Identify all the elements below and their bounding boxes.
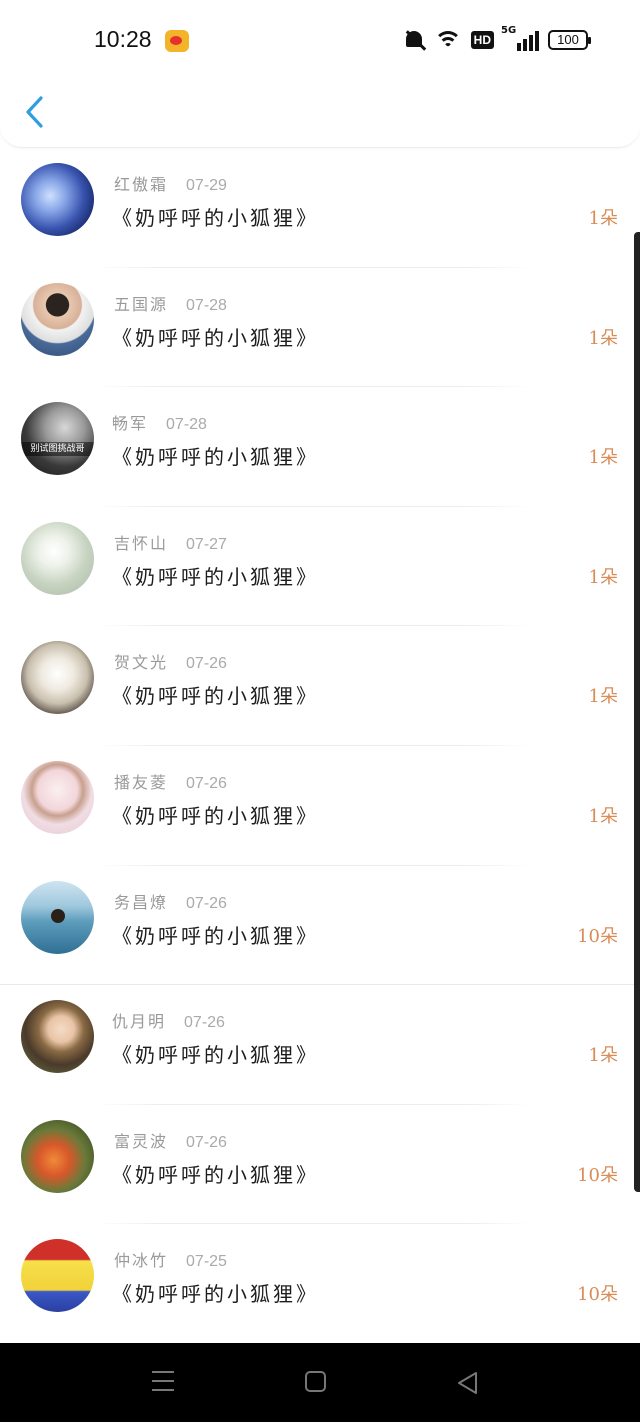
gift-title: 《奶呼呼的小狐狸》: [112, 1162, 319, 1187]
sender-line: 贺文光 07-26: [114, 649, 227, 673]
weibo-notification-icon: [165, 30, 189, 52]
sender-line: 播友菱 07-26: [114, 769, 227, 793]
gift-count: 1朵: [588, 566, 618, 588]
list-item[interactable]: 红傲霜 07-29 《奶呼呼的小狐狸》 1朵: [0, 148, 640, 268]
avatar[interactable]: 别试图挑战哥: [21, 402, 94, 476]
avatar[interactable]: [21, 282, 94, 356]
list-item[interactable]: 仇月明 07-26 《奶呼呼的小狐狸》 1朵: [0, 985, 640, 1105]
gift-title: 《奶呼呼的小狐狸》: [112, 564, 319, 589]
gift-title: 《奶呼呼的小狐狸》: [112, 1043, 319, 1068]
status-icons: HD 5G 100: [403, 25, 591, 52]
send-date: 07-25: [186, 1253, 227, 1271]
hd-icon: HD: [470, 31, 494, 49]
gift-count: 10朵: [577, 925, 618, 947]
avatar[interactable]: [21, 163, 94, 236]
gift-count: 1朵: [588, 208, 618, 229]
list-item[interactable]: 仲冰竹 07-25 《奶呼呼的小狐狸》 10朵: [0, 1224, 640, 1344]
status-time: 10:28: [94, 26, 152, 52]
bell-muted-icon: [403, 28, 426, 52]
signal-icon: 5G: [501, 25, 539, 51]
gift-count: 1朵: [588, 327, 618, 349]
home-icon[interactable]: [305, 1371, 326, 1392]
gift-count: 10朵: [577, 1164, 618, 1186]
gift-count: 10朵: [577, 1284, 618, 1306]
avatar-caption: 别试图挑战哥: [21, 442, 94, 457]
gift-count: 1朵: [588, 1045, 618, 1067]
list-item[interactable]: 别试图挑战哥 畅军 07-28 《奶呼呼的小狐狸》 1朵: [0, 387, 640, 507]
send-date: 07-26: [186, 774, 227, 792]
list-item[interactable]: 务昌燎 07-26 《奶呼呼的小狐狸》 10朵: [0, 866, 640, 986]
gift-title: 《奶呼呼的小狐狸》: [112, 206, 319, 230]
gift-list-screen: 10:28 HD 5G 100 红傲霜 07-29 《奶呼呼的小狐狸》 1朵 五…: [0, 0, 640, 1422]
send-date: 07-27: [186, 535, 227, 553]
sender-name: 富灵波: [114, 1131, 169, 1151]
gift-count: 1朵: [588, 805, 618, 827]
send-date: 07-26: [186, 655, 227, 673]
menu-icon[interactable]: [152, 1371, 174, 1391]
send-date: 07-28: [166, 416, 207, 434]
sender-name: 仇月明: [112, 1012, 167, 1032]
list-item[interactable]: 富灵波 07-26 《奶呼呼的小狐狸》 10朵: [0, 1105, 640, 1225]
sender-line: 富灵波 07-26: [114, 1128, 227, 1152]
avatar[interactable]: [21, 880, 94, 954]
list-item[interactable]: 五国源 07-28 《奶呼呼的小狐狸》 1朵: [0, 268, 640, 388]
avatar[interactable]: [21, 1000, 94, 1074]
gift-title: 《奶呼呼的小狐狸》: [112, 1282, 319, 1307]
gift-title: 《奶呼呼的小狐狸》: [112, 923, 319, 948]
gift-title: 《奶呼呼的小狐狸》: [112, 684, 319, 709]
list-item[interactable]: 吉怀山 07-27 《奶呼呼的小狐狸》 1朵: [0, 507, 640, 627]
sender-name: 仲冰竹: [114, 1251, 169, 1271]
sender-name: 吉怀山: [114, 533, 169, 553]
gift-count: 1朵: [588, 447, 618, 469]
scrollbar[interactable]: [634, 232, 640, 1192]
battery-icon: 100: [548, 30, 591, 50]
sender-line: 仲冰竹 07-25: [114, 1247, 227, 1271]
list-item[interactable]: 贺文光 07-26 《奶呼呼的小狐狸》 1朵: [0, 626, 640, 746]
gift-title: 《奶呼呼的小狐狸》: [112, 445, 319, 470]
avatar[interactable]: [21, 641, 94, 715]
sender-name: 红傲霜: [114, 175, 169, 194]
avatar[interactable]: [21, 1119, 94, 1193]
sender-name: 五国源: [114, 294, 169, 314]
avatar[interactable]: [21, 521, 94, 595]
list-item[interactable]: 播友菱 07-26 《奶呼呼的小狐狸》 1朵: [0, 746, 640, 866]
status-bar: 10:28 HD 5G 100: [0, 0, 640, 80]
header: 10:28 HD 5G 100: [0, 0, 640, 148]
send-date: 07-26: [184, 1014, 225, 1032]
back-button[interactable]: [22, 94, 48, 130]
sender-line: 吉怀山 07-27: [114, 530, 227, 554]
sender-line: 五国源 07-28: [114, 291, 227, 315]
gift-title: 《奶呼呼的小狐狸》: [112, 325, 319, 350]
sender-line: 畅军 07-28: [112, 410, 207, 434]
send-date: 07-29: [186, 177, 227, 194]
gift-title: 《奶呼呼的小狐狸》: [112, 803, 319, 828]
sender-line: 红傲霜 07-29: [114, 171, 227, 195]
sender-line: 务昌燎 07-26: [114, 889, 227, 913]
avatar[interactable]: [21, 760, 94, 834]
sender-line: 仇月明 07-26: [112, 1008, 225, 1032]
gift-count: 1朵: [588, 686, 618, 708]
send-date: 07-26: [186, 894, 227, 912]
gift-record-list: 红傲霜 07-29 《奶呼呼的小狐狸》 1朵 五国源 07-28 《奶呼呼的小狐狸》…: [0, 148, 640, 1344]
chevron-left-icon: [26, 96, 43, 128]
sender-name: 畅军: [112, 414, 149, 434]
send-date: 07-26: [186, 1133, 227, 1151]
network-label: 5G: [501, 25, 517, 36]
sender-name: 贺文光: [114, 653, 169, 673]
avatar[interactable]: [21, 1239, 94, 1313]
system-nav-bar: [0, 1343, 640, 1422]
send-date: 07-28: [186, 296, 227, 314]
wifi-icon: [433, 29, 462, 51]
sender-name: 务昌燎: [114, 892, 169, 912]
sender-name: 播友菱: [114, 772, 169, 792]
